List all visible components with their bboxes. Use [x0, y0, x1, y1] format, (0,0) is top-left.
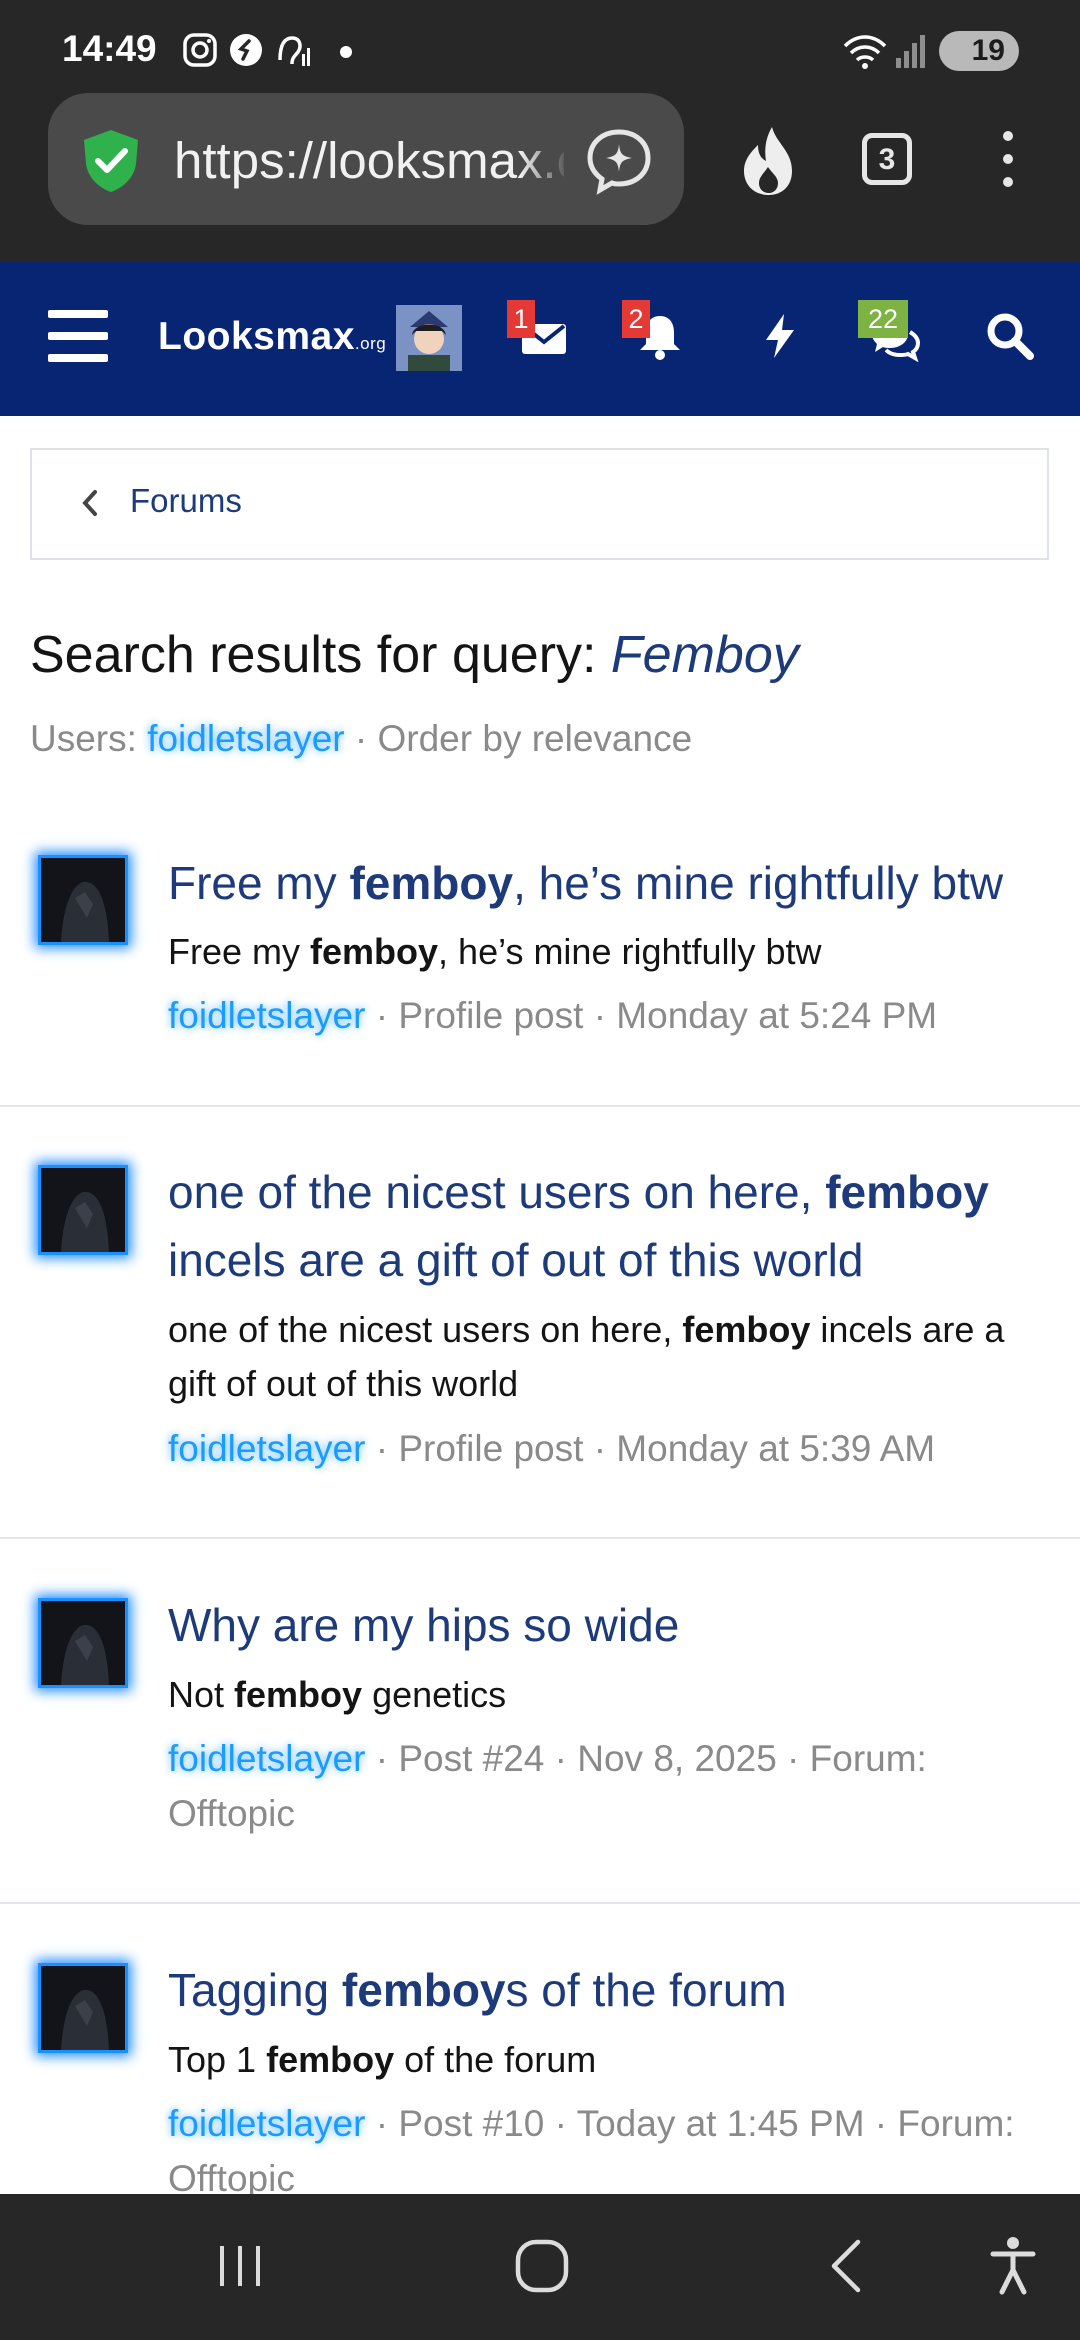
- result-meta: foidletslayer · Profile post · Monday at…: [168, 1421, 1048, 1476]
- title-highlight: femboy: [825, 1166, 989, 1218]
- avatar-image: [41, 1966, 125, 2050]
- breadcrumb-forums-link[interactable]: Forums: [130, 482, 242, 520]
- title-text: Why are my hips so wide: [168, 1599, 680, 1651]
- result-user-link[interactable]: foidletslayer: [168, 1428, 365, 1469]
- result-meta-text: · Profile post · Monday at 5:24 PM: [365, 995, 938, 1036]
- recents-icon[interactable]: [214, 2240, 266, 2292]
- more-menu-icon[interactable]: [998, 127, 1018, 191]
- result-title-link[interactable]: Why are my hips so wide: [168, 1591, 1048, 1659]
- back-icon[interactable]: [826, 2238, 866, 2294]
- avatar-image: [41, 858, 125, 942]
- avatar-image: [41, 1168, 125, 1252]
- search-meta: Users: foidletslayer · Order by relevanc…: [30, 718, 692, 760]
- result-snippet: Free my femboy, he’s mine rightfully btw: [168, 925, 1048, 979]
- result-meta-text: · Profile post · Monday at 5:39 AM: [365, 1428, 936, 1469]
- result-divider: [0, 1902, 1080, 1904]
- hearing-icon: [278, 36, 310, 66]
- site-logo[interactable]: Lᴏᴏksmax.org: [158, 315, 386, 359]
- security-shield-icon[interactable]: [76, 126, 146, 196]
- result-title-link[interactable]: Free my femboy, he’s mine rightfully btw: [168, 849, 1048, 917]
- snippet-text: , he’s mine rightfully btw: [438, 931, 822, 972]
- messages-badge: 1: [507, 300, 535, 338]
- page-title-prefix: Search results for query:: [30, 626, 611, 684]
- title-highlight: femboy: [349, 857, 514, 909]
- whats-new-bolt-icon[interactable]: [754, 310, 806, 362]
- snippet-highlight: femboy: [266, 2039, 395, 2080]
- page-title: Search results for query: Femboy: [30, 625, 799, 685]
- conversations-badge: 22: [858, 300, 908, 338]
- snippet-text: Top 1: [168, 2039, 267, 2080]
- snippet-highlight: femboy: [234, 1674, 363, 1715]
- result-meta: foidletslayer · Post #24 · Nov 8, 2025 ·…: [168, 1731, 1048, 1841]
- result-avatar[interactable]: [38, 1165, 128, 1255]
- instagram-icon: [183, 33, 217, 67]
- snippet-text: of the forum: [394, 2039, 597, 2080]
- logo-main: Lᴏᴏksmax: [158, 315, 355, 358]
- hamburger-menu-icon[interactable]: [48, 310, 108, 362]
- search-user-link[interactable]: foidletslayer: [147, 718, 344, 759]
- result-snippet: one of the nicest users on here, femboy …: [168, 1303, 1048, 1411]
- result-meta: foidletslayer · Profile post · Monday at…: [168, 988, 1048, 1043]
- result-user-link[interactable]: foidletslayer: [168, 2103, 365, 2144]
- users-label: Users:: [30, 718, 148, 759]
- ai-assistant-icon[interactable]: [584, 126, 654, 196]
- tabs-icon[interactable]: 3: [862, 133, 912, 185]
- result-snippet: Top 1 femboy of the forum: [168, 2033, 1048, 2087]
- snippet-text: genetics: [362, 1674, 507, 1715]
- result-user-link[interactable]: foidletslayer: [168, 1738, 365, 1779]
- title-text: one of the nicest users on here,: [168, 1166, 826, 1218]
- signal-icon: [896, 35, 925, 68]
- status-time: 14:49: [62, 28, 157, 69]
- shazam-icon: [230, 34, 262, 66]
- result-avatar[interactable]: [38, 1963, 128, 2053]
- battery-indicator: 19: [939, 31, 1019, 71]
- result-title-link[interactable]: one of the nicest users on here, femboy …: [168, 1158, 1048, 1294]
- title-text: , he’s mine rightfully btw: [513, 857, 1004, 909]
- fire-icon[interactable]: [734, 123, 804, 199]
- wifi-icon: [843, 35, 887, 69]
- title-text: s of the forum: [505, 1964, 787, 2016]
- snippet-highlight: femboy: [310, 931, 439, 972]
- title-text: Free my: [168, 857, 350, 909]
- result-user-link[interactable]: foidletslayer: [168, 995, 365, 1036]
- search-query: Femboy: [610, 626, 799, 684]
- chevron-left-icon: [82, 490, 97, 516]
- title-text: incels are a gift of out of this world: [168, 1234, 864, 1286]
- avatar-image: [396, 305, 462, 371]
- url-fade: [520, 120, 570, 200]
- logo-suffix: .org: [354, 334, 387, 353]
- user-avatar[interactable]: [396, 305, 462, 371]
- result-avatar[interactable]: [38, 1598, 128, 1688]
- order-label: · Order by relevance: [344, 718, 693, 759]
- snippet-highlight: femboy: [682, 1309, 811, 1350]
- result-meta: foidletslayer · Post #10 · Today at 1:45…: [168, 2096, 1048, 2206]
- alerts-badge: 2: [622, 300, 650, 338]
- result-title-link[interactable]: Tagging femboys of the forum: [168, 1956, 1048, 2024]
- home-icon[interactable]: [514, 2238, 570, 2294]
- result-divider: [0, 1105, 1080, 1107]
- search-icon[interactable]: [984, 310, 1036, 362]
- title-highlight: femboy: [341, 1964, 506, 2016]
- title-text: Tagging: [168, 1964, 342, 2016]
- result-divider: [0, 1537, 1080, 1539]
- result-avatar[interactable]: [38, 855, 128, 945]
- result-snippet: Not femboy genetics: [168, 1668, 1048, 1722]
- avatar-image: [41, 1601, 125, 1685]
- snippet-text: Free my: [168, 931, 311, 972]
- snippet-text: Not: [168, 1674, 235, 1715]
- notification-dot: [340, 46, 352, 58]
- snippet-text: one of the nicest users on here,: [168, 1309, 683, 1350]
- url-text[interactable]: https://looksmax.org/search/: [174, 131, 564, 191]
- accessibility-icon[interactable]: [990, 2236, 1036, 2296]
